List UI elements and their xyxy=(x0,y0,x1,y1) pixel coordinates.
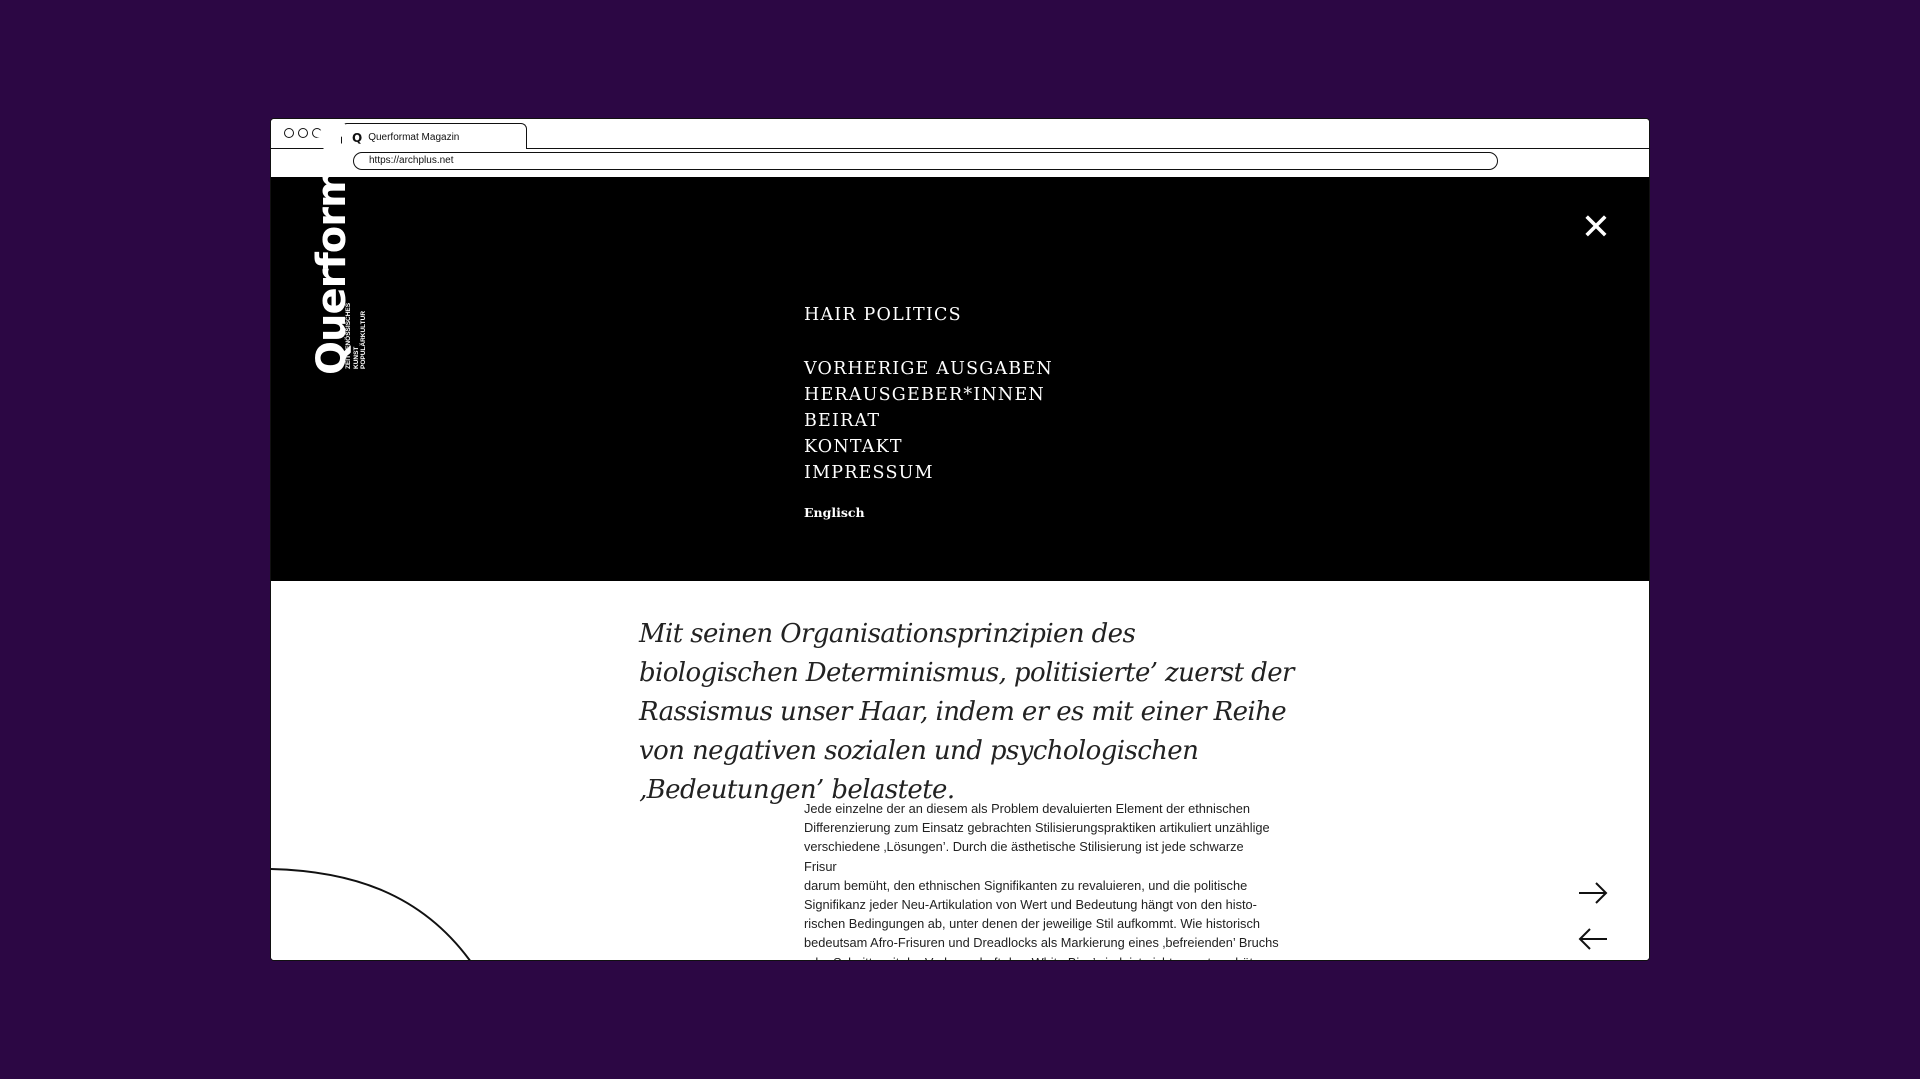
nav-overlay: Querformat ZEITGENÖSSISCHES KUNST POPULÄ… xyxy=(271,123,1649,581)
arrow-left-icon[interactable] xyxy=(1577,927,1609,951)
logo-subtitle: ZEITGENÖSSISCHES KUNST POPULÄRKULTUR xyxy=(345,303,368,369)
menu-item-advisory-board[interactable]: BEIRAT xyxy=(804,408,1053,434)
body-line: darum bemüht, den ethnischen Signifikant… xyxy=(804,877,1248,893)
browser-tab[interactable]: Q Querformat Magazin xyxy=(341,123,527,151)
main-menu: HAIR POLITICS VORHERIGE AUSGABEN HERAUSG… xyxy=(804,302,1053,520)
arrow-right-icon[interactable] xyxy=(1577,881,1609,905)
logo-subtitle-line: KUNST xyxy=(352,346,360,369)
window-minimize-dot[interactable] xyxy=(298,128,308,138)
logo-subtitle-line: POPULÄRKULTUR xyxy=(360,310,367,369)
article-body: Jede einzelne der an diesem als Problem … xyxy=(804,799,1279,960)
body-line: Jede einzelne der an diesem als Problem … xyxy=(804,801,1251,816)
browser-window: Q Querformat Magazin https://archplus.ne… xyxy=(270,118,1650,961)
language-switch[interactable]: Englisch xyxy=(804,505,1053,520)
body-line: Signifikanz jeder Neu-Artikulation von W… xyxy=(804,897,1257,913)
menu-item-imprint[interactable]: IMPRESSUM xyxy=(804,460,1053,486)
address-bar: https://archplus.net xyxy=(271,149,1649,177)
browser-titlebar: Q Querformat Magazin xyxy=(271,119,1649,151)
body-line: Differenzierung zum Einsatz gebrachten S… xyxy=(804,820,1270,836)
tab-title: Querformat Magazin xyxy=(368,132,460,143)
window-close-dot[interactable] xyxy=(284,128,294,138)
body-line: bedeutsam Afro-Frisuren und Dreadlocks a… xyxy=(804,935,1279,951)
body-line: verschiedene ‚Lösungen’. Durch die ästhe… xyxy=(804,839,1244,874)
close-menu-button[interactable]: ✕ xyxy=(1579,210,1613,246)
menu-item-contact[interactable]: KONTAKT xyxy=(804,434,1053,460)
logo[interactable]: Querformat ZEITGENÖSSISCHES KUNST POPULÄ… xyxy=(307,123,387,417)
body-line: oder Schnitts mit der Vorherrschaft des … xyxy=(804,953,1279,960)
body-line: rischen Bedingungen ab, unter denen der … xyxy=(804,916,1260,932)
logo-subtitle-line: ZEITGENÖSSISCHES xyxy=(345,302,352,369)
decorative-arc xyxy=(271,868,471,960)
url-input[interactable]: https://archplus.net xyxy=(353,152,1498,170)
article-content: Mit seinen Organisationsprinzipien des b… xyxy=(271,581,1649,960)
pull-quote: Mit seinen Organisationsprinzipien des b… xyxy=(639,619,1294,805)
menu-item-current-issue[interactable]: HAIR POLITICS xyxy=(804,302,1053,328)
menu-item-editors[interactable]: HERAUSGEBER*INNEN xyxy=(804,382,1053,408)
close-icon: ✕ xyxy=(1580,207,1612,248)
menu-item-previous-issues[interactable]: VORHERIGE AUSGABEN xyxy=(804,356,1053,382)
